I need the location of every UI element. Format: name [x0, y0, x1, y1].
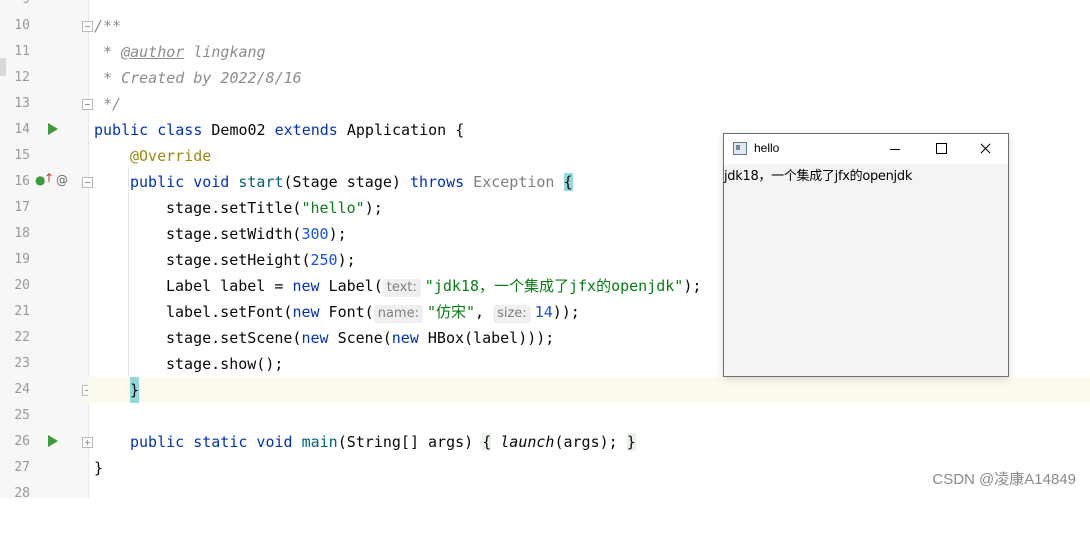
- annotation: @Override: [130, 147, 212, 165]
- run-icon[interactable]: [48, 123, 58, 135]
- keyword: public void: [130, 173, 230, 191]
- method-name: start: [229, 173, 284, 191]
- parameter-hint: name:: [373, 305, 423, 323]
- folded-brace[interactable]: {: [482, 433, 492, 451]
- line-number: 18: [14, 226, 30, 241]
- number-literal: 14: [534, 303, 553, 321]
- line-number: 27: [14, 460, 30, 475]
- code-text: );: [683, 277, 702, 295]
- line-number: 24: [14, 382, 30, 397]
- keyword: new: [391, 329, 419, 347]
- code-text: stage.setWidth(: [166, 225, 302, 243]
- line-number: 14: [14, 122, 30, 137]
- line-number: 13: [14, 96, 30, 111]
- line-number: 20: [14, 278, 30, 293]
- keyword: new: [301, 329, 329, 347]
- keyword: public static void: [130, 433, 293, 451]
- string-literal: "jdk18，一个集成了jfx的openjdk": [424, 277, 684, 295]
- code-line-11: * @author lingkang: [88, 39, 1090, 65]
- line-number: 26: [14, 434, 30, 449]
- line-number: 28: [14, 486, 30, 501]
- code-line-13: */: [88, 91, 1090, 117]
- line-number: 11: [14, 44, 30, 59]
- minimize-icon[interactable]: [871, 134, 917, 164]
- code-line-10: /**: [88, 13, 1090, 39]
- code-line-12: * Created by 2022/8/16: [88, 65, 1090, 91]
- comment-text: *: [94, 43, 122, 61]
- code-text: stage.setHeight(: [166, 251, 311, 269]
- code-text: stage.setScene(: [166, 329, 302, 347]
- line-number: 16: [14, 174, 30, 189]
- string-literal: "hello": [301, 199, 365, 217]
- code-text: HBox(label)));: [418, 329, 555, 347]
- window-label: jdk18，一个集成了jfx的openjdk: [724, 169, 913, 184]
- code-text: Scene(: [328, 329, 392, 347]
- run-icon[interactable]: [48, 435, 58, 447]
- code-text: );: [364, 199, 383, 217]
- code-text: Label(: [319, 277, 383, 295]
- code-text: (Stage stage): [283, 173, 410, 191]
- window-title: hello: [754, 141, 780, 155]
- code-line-24-current: }: [88, 377, 1090, 403]
- keyword: public class: [94, 121, 203, 139]
- implements-arrow-icon[interactable]: ↑: [44, 171, 54, 185]
- string-literal: "仿宋": [426, 303, 476, 321]
- javafx-window[interactable]: hello jdk18，一个集成了jfx的openjdk: [723, 133, 1009, 377]
- line-number: 22: [14, 330, 30, 345]
- code-text: }: [94, 459, 104, 477]
- keyword: new: [292, 303, 320, 321]
- number-literal: 300: [301, 225, 329, 243]
- parameter-hint: text:: [382, 279, 421, 297]
- comment-text: lingkang: [184, 43, 266, 61]
- keyword: extends: [274, 121, 338, 139]
- window-titlebar[interactable]: hello: [724, 134, 1008, 164]
- code-text: (args);: [554, 433, 627, 451]
- line-number: 10: [14, 18, 30, 33]
- code-text: Label label =: [166, 277, 293, 295]
- keyword: new: [292, 277, 320, 295]
- comment-text: * Created by 2022/8/16: [94, 69, 302, 87]
- annotation-at-icon: @: [56, 173, 68, 187]
- line-number: 9: [0, 0, 30, 13]
- code-text: );: [328, 225, 347, 243]
- method-name: main: [292, 433, 338, 451]
- line-number: 19: [14, 252, 30, 267]
- comment-text: */: [94, 95, 122, 113]
- line-number: 21: [14, 304, 30, 319]
- code-text: ,: [475, 303, 494, 321]
- code-text: label.setFont(: [166, 303, 293, 321]
- close-icon[interactable]: [962, 134, 1008, 164]
- comment-text: /**: [94, 17, 122, 35]
- code-text: ));: [552, 303, 580, 321]
- number-literal: 250: [310, 251, 338, 269]
- class-name: Demo02: [202, 121, 275, 139]
- keyword: throws: [409, 173, 465, 191]
- line-number: 25: [14, 408, 30, 423]
- code-text: stage.show();: [166, 355, 284, 373]
- brace-match: }: [130, 377, 140, 403]
- line-number: 23: [14, 356, 30, 371]
- line-number: 17: [14, 200, 30, 215]
- javadoc-tag: @author: [121, 43, 185, 61]
- code-text: Font(: [319, 303, 374, 321]
- code-text: Application {: [337, 121, 465, 139]
- line-number: 15: [14, 148, 30, 163]
- app-window-icon: [733, 142, 747, 155]
- maximize-icon[interactable]: [917, 134, 963, 164]
- brace-match: {: [563, 173, 573, 191]
- parameter-hint: size:: [493, 305, 531, 323]
- folded-brace[interactable]: }: [626, 433, 636, 451]
- code-line-26: public static void main(String[] args) {…: [88, 429, 1090, 455]
- code-text: stage.setTitle(: [166, 199, 302, 217]
- exception-type: Exception: [464, 173, 564, 191]
- code-text: );: [337, 251, 356, 269]
- method-call: launch: [491, 433, 555, 451]
- watermark: CSDN @凌康A14849: [932, 471, 1076, 488]
- code-text: (String[] args): [337, 433, 483, 451]
- line-number: 12: [14, 70, 30, 85]
